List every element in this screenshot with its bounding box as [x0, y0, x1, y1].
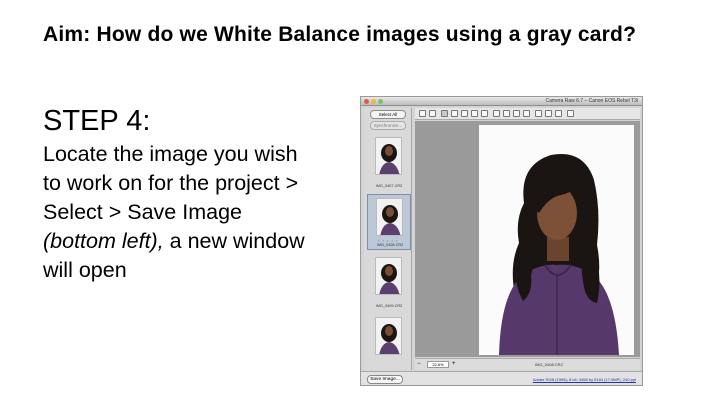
filmstrip-thumbnail-selected[interactable]: • • • • • IMG_0408.CR2 — [367, 194, 411, 250]
filmstrip-thumbnail[interactable] — [367, 314, 411, 370]
zoom-window-button[interactable] — [378, 99, 383, 104]
portrait-thumbnail-icon — [380, 205, 401, 235]
zoom-out-icon[interactable]: − — [417, 360, 421, 369]
crop-tool-icon[interactable] — [471, 110, 478, 117]
minimize-window-button[interactable] — [371, 99, 376, 104]
filmstrip-thumbnail[interactable]: IMG_0407.CR2 — [367, 134, 411, 190]
camera-raw-window: Camera Raw 6.7 – Canon EOS Rebel T3i Sel… — [360, 96, 643, 386]
file-name: IMG_0408.CR2 — [535, 362, 563, 367]
thumbnail-label: IMG_0408.CR2 — [376, 243, 404, 247]
thumbnail-image — [375, 137, 402, 175]
instruction-text: Locate the image you wish to work on for… — [43, 140, 313, 285]
zoom-tool-icon[interactable] — [419, 110, 426, 117]
preferences-icon[interactable] — [535, 110, 542, 117]
hand-tool-icon[interactable] — [429, 110, 436, 117]
thumbnail-label: IMG_0409.CR2 — [375, 304, 403, 308]
instruction-part-1: Locate the image you wish to work on for… — [43, 142, 299, 224]
window-title: Camera Raw 6.7 – Canon EOS Rebel T3i — [545, 98, 638, 104]
tool-bar — [415, 108, 640, 120]
adjustment-brush-icon[interactable] — [513, 110, 520, 117]
portrait-photo — [479, 125, 634, 355]
thumbnail-image — [375, 317, 402, 355]
spot-removal-tool-icon[interactable] — [493, 110, 500, 117]
zoom-level-field[interactable]: 22.6% — [427, 361, 449, 368]
rotate-right-icon[interactable] — [555, 110, 562, 117]
workflow-options-link[interactable]: Adobe RGB (1998); 8 bit; 3456 by 5184 (1… — [533, 376, 636, 384]
portrait-thumbnail-icon — [379, 264, 400, 294]
rotate-left-icon[interactable] — [545, 110, 552, 117]
filmstrip-panel: Select All Synchronize... IMG_0407.CR2 •… — [364, 108, 412, 370]
thumbnail-image — [375, 257, 402, 295]
graduated-filter-icon[interactable] — [523, 110, 530, 117]
select-all-button[interactable]: Select All — [370, 110, 406, 119]
image-preview[interactable] — [415, 121, 640, 357]
thumbnail-label: IMG_0407.CR2 — [375, 184, 403, 188]
window-titlebar: Camera Raw 6.7 – Canon EOS Rebel T3i — [361, 97, 642, 106]
bottom-bar: Save Image... Adobe RGB (1998); 8 bit; 3… — [361, 371, 642, 385]
zoom-bar: − 22.6% + IMG_0408.CR2 — [415, 358, 640, 370]
step-heading: STEP 4: — [43, 105, 151, 137]
portrait-thumbnail-icon — [379, 144, 400, 174]
zoom-in-icon[interactable]: + — [452, 360, 456, 369]
straighten-tool-icon[interactable] — [481, 110, 488, 117]
close-window-button[interactable] — [364, 99, 369, 104]
portrait-thumbnail-icon — [379, 324, 400, 354]
trash-icon[interactable] — [567, 110, 574, 117]
instruction-italic: (bottom left), — [43, 229, 164, 253]
red-eye-tool-icon[interactable] — [503, 110, 510, 117]
synchronize-button[interactable]: Synchronize... — [370, 121, 406, 130]
color-sampler-tool-icon[interactable] — [451, 110, 458, 117]
portrait-photo-icon — [499, 154, 619, 355]
white-balance-tool-icon[interactable] — [441, 110, 448, 117]
thumbnail-image — [376, 198, 403, 236]
targeted-adjustment-tool-icon[interactable] — [461, 110, 468, 117]
save-image-button[interactable]: Save Image... — [367, 375, 403, 384]
filmstrip-thumbnail[interactable]: IMG_0409.CR2 — [367, 254, 411, 310]
slide-title: Aim: How do we White Balance images usin… — [43, 23, 637, 46]
